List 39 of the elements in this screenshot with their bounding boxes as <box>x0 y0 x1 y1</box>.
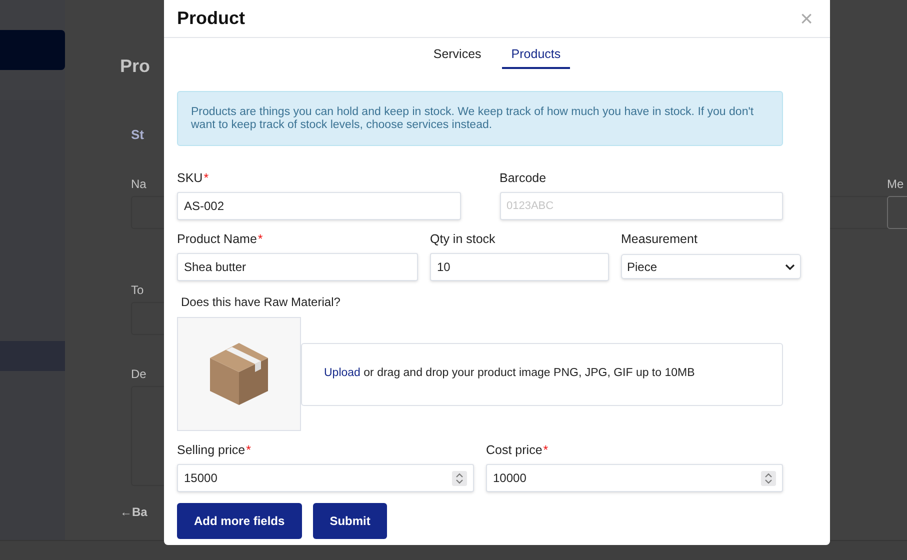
back-link[interactable]: ←Ba <box>120 502 148 520</box>
field-label: SKU <box>177 170 203 187</box>
field-label: Barcode <box>500 170 546 187</box>
spinner-icon <box>452 470 467 486</box>
field-label: Qty in stock <box>430 231 496 248</box>
chevron-down-icon <box>785 264 795 270</box>
form-button[interactable]: Submit <box>312 503 388 539</box>
upload-link[interactable]: Upload <box>324 367 360 380</box>
required-mark: * <box>204 170 209 187</box>
raw-material-question: Does this have Raw Material? <box>181 294 340 311</box>
field-label: De <box>131 366 146 382</box>
required-mark: * <box>543 442 548 459</box>
tab[interactable]: Services <box>424 42 490 69</box>
input-field[interactable]: 15000 <box>177 464 474 492</box>
field-label: To <box>131 282 144 298</box>
field-label: Cost price <box>486 442 542 459</box>
tab[interactable]: Products <box>502 42 570 69</box>
field-label: Selling price <box>177 442 246 459</box>
field-label: Me <box>887 176 904 193</box>
input-field[interactable]: 10000 <box>486 464 783 492</box>
section-heading: St <box>131 126 144 144</box>
input-field[interactable]: 10 <box>430 253 609 281</box>
required-mark: * <box>246 442 251 459</box>
form-button[interactable]: Add more fields <box>177 503 302 539</box>
dialog-title: Product <box>177 7 246 30</box>
upload-dropzone[interactable]: Upload or drag and drop your product image PNG, JPG, GIF up to 10MB <box>301 342 783 406</box>
field-label: Measurement <box>621 231 698 248</box>
spinner-icon <box>761 470 776 486</box>
info-alert: Products are things you can hold and keep in stock. We keep track of how much you have in stock. If you don't want to keep track of stock levels, choose services instead. <box>177 91 783 146</box>
sidebar-button[interactable] <box>0 30 65 70</box>
field-label: Na <box>131 176 146 192</box>
upload-instructions: Upload or drag and drop your product image PNG, JPG, GIF up to 10MB <box>324 366 695 382</box>
required-mark: * <box>258 231 263 248</box>
field-label: Product Name <box>177 231 257 248</box>
input-field[interactable]: Shea butter <box>177 253 418 281</box>
input-field[interactable]: AS-002 <box>177 192 460 220</box>
cardboard-box-icon <box>209 342 269 406</box>
select-field[interactable]: Piece <box>621 254 801 279</box>
page-heading: Pro <box>120 55 150 78</box>
